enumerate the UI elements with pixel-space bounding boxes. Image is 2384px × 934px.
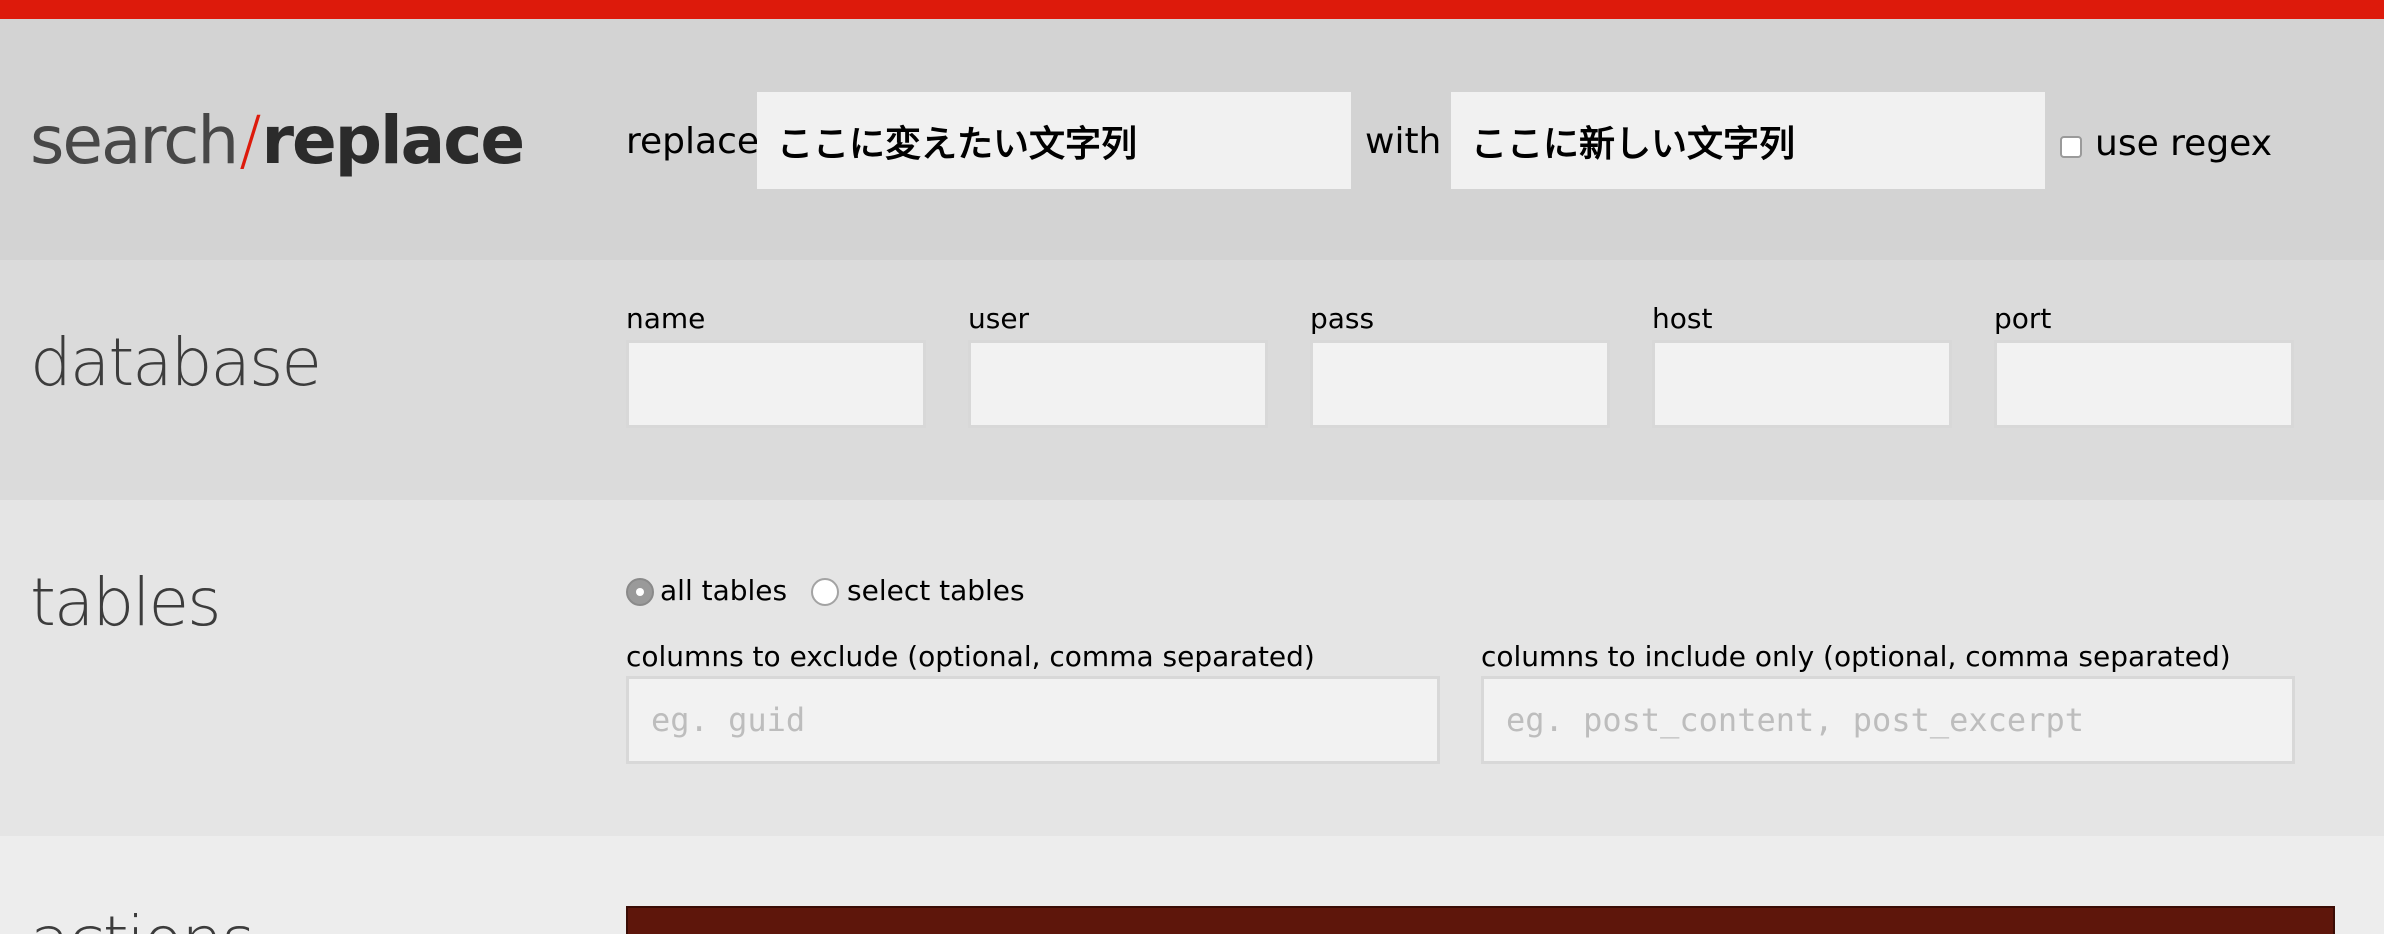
db-pass-label: pass [1310,302,1375,335]
database-title: database [30,324,322,401]
db-host-input[interactable] [1652,340,1952,428]
dry-run-button[interactable] [626,906,2335,934]
db-port-label: port [1994,302,2052,335]
db-name-label: name [626,302,706,335]
tables-section: tables all tables select tables columns … [0,500,2384,836]
db-name-input[interactable] [626,340,926,428]
all-tables-radio[interactable] [626,578,654,606]
replace-input[interactable] [757,92,1351,189]
logo-search-text: search [30,102,239,179]
all-tables-label: all tables [660,574,788,607]
db-port-input[interactable] [1994,340,2294,428]
database-section: database name user pass host port [0,260,2384,500]
actions-title: actions [30,908,256,934]
db-host-label: host [1652,302,1713,335]
select-tables-label: select tables [847,574,1025,607]
logo-slash: / [239,102,261,179]
replace-label: replace [626,121,760,162]
tables-title: tables [30,564,222,641]
with-input[interactable] [1451,92,2045,189]
top-accent-bar [0,0,2384,19]
logo-replace-text: replace [261,102,526,179]
include-columns-label: columns to include only (optional, comma… [1481,640,2231,673]
use-regex-checkbox[interactable] [2060,136,2082,158]
search-replace-section: search/replace replace with use regex [0,19,2384,260]
db-user-label: user [968,302,1030,335]
app-logo: search/replace [30,108,525,174]
exclude-columns-label: columns to exclude (optional, comma sepa… [626,640,1315,673]
db-user-input[interactable] [968,340,1268,428]
db-pass-input[interactable] [1310,340,1610,428]
with-label: with [1365,121,1442,162]
include-columns-input[interactable] [1481,676,2295,764]
exclude-columns-input[interactable] [626,676,1440,764]
use-regex-label: use regex [2095,123,2272,164]
select-tables-radio[interactable] [811,578,839,606]
